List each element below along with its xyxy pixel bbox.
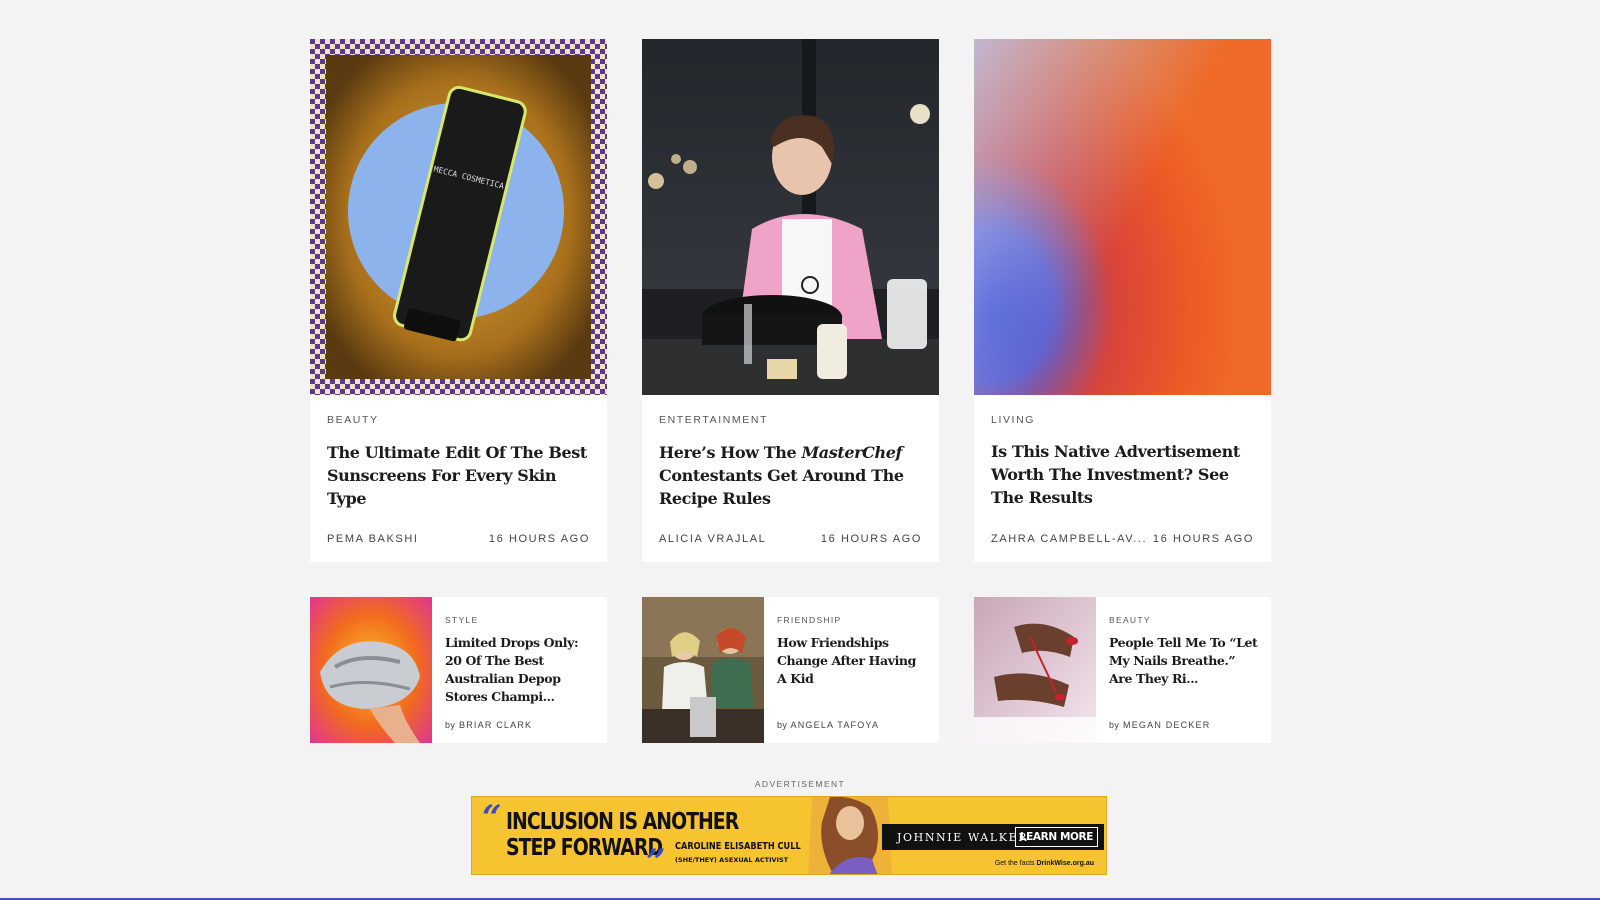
masterchef-image[interactable] bbox=[642, 39, 939, 395]
brand-logo: JOHNNIE WALKER bbox=[897, 831, 1029, 844]
article-card-sunscreens[interactable]: MECCA COSMETICA BEAUTY The Ultimate Edit… bbox=[310, 39, 607, 562]
close-quote-icon: ” bbox=[646, 842, 666, 875]
article-title[interactable]: People Tell Me To “Let My Nails Breathe.… bbox=[1109, 634, 1261, 688]
article-card-native-ad[interactable]: LIVING Is This Native Advertisement Wort… bbox=[974, 39, 1271, 562]
article-title[interactable]: Limited Drops Only: 20 Of The Best Austr… bbox=[445, 634, 597, 706]
ad-headline: INCLUSION IS ANOTHER STEP FORWARD bbox=[506, 809, 739, 861]
author-byline[interactable]: by ANGELA TAFOYA bbox=[777, 720, 879, 730]
advertisement-banner[interactable]: “ INCLUSION IS ANOTHER STEP FORWARD ” CA… bbox=[471, 796, 1107, 875]
article-title[interactable]: The Ultimate Edit Of The Best Sunscreens… bbox=[327, 441, 592, 510]
author-name[interactable]: BRIAR CLARK bbox=[459, 720, 532, 730]
timestamp: 16 HOURS AGO bbox=[820, 533, 922, 545]
ad-person-subtitle: (SHE/THEY) ASEXUAL ACTIVIST bbox=[675, 856, 789, 864]
drinkwise-link[interactable]: Get the facts DrinkWise.org.au bbox=[995, 860, 1094, 867]
advertisement-label: ADVERTISEMENT bbox=[754, 779, 846, 789]
author-byline[interactable]: by MEGAN DECKER bbox=[1109, 720, 1210, 730]
category-label: BEAUTY bbox=[327, 414, 379, 426]
learn-more-button[interactable]: LEARN MORE bbox=[1014, 827, 1098, 847]
article-card-friendships[interactable]: FRIENDSHIP How Friendships Change After … bbox=[642, 597, 939, 743]
category-label: BEAUTY bbox=[1109, 615, 1151, 625]
author-byline[interactable]: by BRIAR CLARK bbox=[445, 720, 532, 730]
category-label: STYLE bbox=[445, 615, 479, 625]
article-title[interactable]: Is This Native Advertisement Worth The I… bbox=[991, 440, 1256, 509]
ad-person-name: CAROLINE ELISABETH CULL bbox=[675, 841, 801, 852]
category-label: LIVING bbox=[991, 414, 1036, 426]
open-quote-icon: “ bbox=[482, 798, 502, 838]
gradient-image[interactable] bbox=[974, 39, 1271, 395]
sunscreen-image[interactable]: MECCA COSMETICA bbox=[310, 39, 607, 395]
category-label: ENTERTAINMENT bbox=[659, 414, 769, 426]
sneaker-thumbnail[interactable] bbox=[310, 597, 432, 743]
timestamp: 16 HOURS AGO bbox=[488, 533, 590, 545]
category-label: FRIENDSHIP bbox=[777, 615, 842, 625]
article-title[interactable]: How Friendships Change After Having A Ki… bbox=[777, 634, 929, 688]
author-name[interactable]: PEMA BAKSHI bbox=[327, 533, 419, 545]
author-name[interactable]: ANGELA TAFOYA bbox=[791, 720, 880, 730]
article-card-nails[interactable]: BEAUTY People Tell Me To “Let My Nails B… bbox=[974, 597, 1271, 743]
author-name[interactable]: ZAHRA CAMPBELL-AV... bbox=[991, 533, 1147, 545]
ad-brand-bar[interactable]: JOHNNIE WALKER LEARN MORE bbox=[882, 824, 1104, 850]
article-card-depop[interactable]: STYLE Limited Drops Only: 20 Of The Best… bbox=[310, 597, 607, 743]
author-name[interactable]: ALICIA VRAJLAL bbox=[659, 533, 766, 545]
timestamp: 16 HOURS AGO bbox=[1152, 533, 1254, 545]
author-name[interactable]: MEGAN DECKER bbox=[1123, 720, 1210, 730]
friends-thumbnail[interactable] bbox=[642, 597, 764, 743]
nails-thumbnail[interactable] bbox=[974, 597, 1096, 743]
article-title[interactable]: Here’s How The MasterChef Contestants Ge… bbox=[659, 441, 924, 510]
show-name: MasterChef bbox=[801, 443, 903, 462]
article-card-masterchef[interactable]: ENTERTAINMENT Here’s How The MasterChef … bbox=[642, 39, 939, 562]
